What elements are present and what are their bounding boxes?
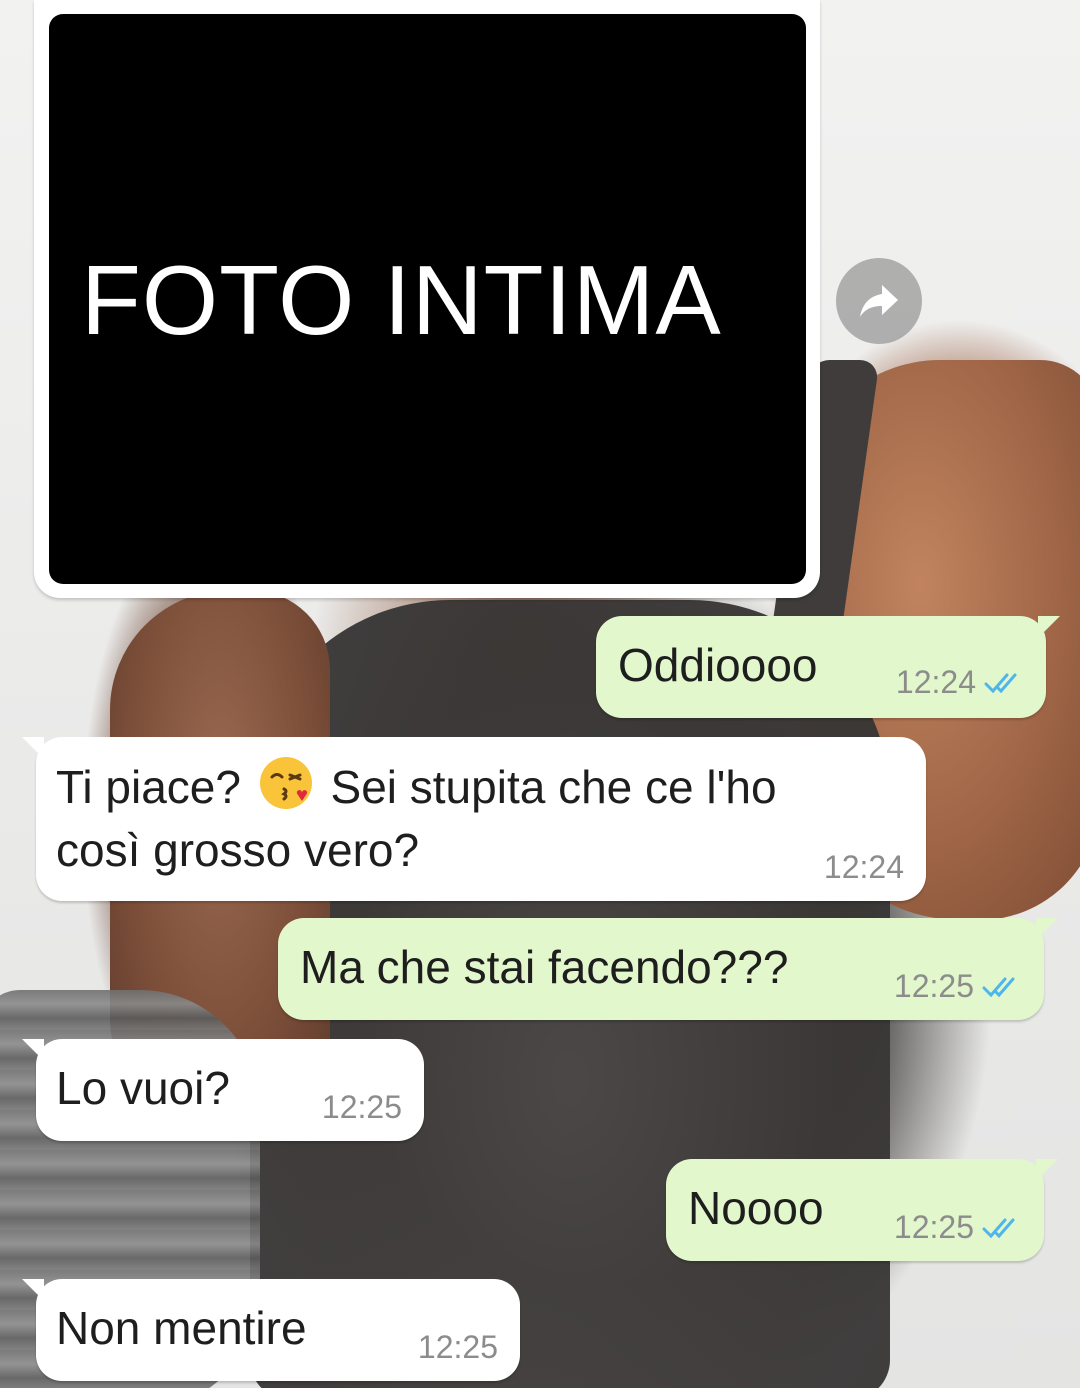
message-time: 12:25 xyxy=(321,1089,402,1125)
message-bubble-outgoing[interactable]: Oddioooo 12:24 xyxy=(596,616,1060,718)
message-meta: 12:24 xyxy=(824,849,904,886)
message-meta: 12:25 xyxy=(322,1089,402,1126)
message-meta: 12:25 xyxy=(894,1209,1022,1246)
message-time: 12:25 xyxy=(893,1209,974,1245)
message-text-part: Ti piace? xyxy=(56,761,241,813)
message-text: Ma che stai facendo??? xyxy=(300,941,789,993)
photo-message[interactable]: FOTO INTIMA xyxy=(34,0,820,598)
message-text-line2: così grosso vero? xyxy=(56,824,420,876)
forward-button[interactable] xyxy=(836,258,922,344)
message-text-part: Sei stupita che ce l'ho xyxy=(330,761,777,813)
message-time: 12:25 xyxy=(893,968,974,1004)
message-bubble-outgoing[interactable]: Noooo 12:25 xyxy=(666,1159,1058,1261)
message-meta: 12:25 xyxy=(418,1329,498,1366)
photo-caption: FOTO INTIMA xyxy=(81,245,722,355)
message-time: 12:24 xyxy=(895,664,976,700)
message-meta: 12:25 xyxy=(894,968,1022,1005)
double-check-icon xyxy=(984,673,1017,693)
message-bubble-incoming[interactable]: Lo vuoi? 12:25 xyxy=(22,1039,424,1141)
message-text: Ti piace? Sei stupita che ce l'ho xyxy=(56,755,777,818)
forward-arrow-icon xyxy=(860,285,898,317)
photo-thumbnail[interactable]: FOTO INTIMA xyxy=(49,14,806,584)
message-meta: 12:24 xyxy=(896,664,1024,701)
message-time: 12:24 xyxy=(823,849,904,885)
message-bubble-incoming[interactable]: Ti piace? Sei stupita che ce l'ho così g… xyxy=(22,737,926,901)
kissing-face-emoji-icon xyxy=(259,757,312,809)
message-text: Oddioooo xyxy=(618,639,818,691)
message-text: Non mentire xyxy=(56,1302,307,1354)
message-bubble-incoming[interactable]: Non mentire 12:25 xyxy=(22,1279,520,1381)
message-text: Noooo xyxy=(688,1182,824,1234)
message-bubble-outgoing[interactable]: Ma che stai facendo??? 12:25 xyxy=(278,918,1058,1020)
message-text: Lo vuoi? xyxy=(56,1062,230,1114)
double-check-icon xyxy=(982,1218,1015,1238)
double-check-icon xyxy=(982,977,1015,997)
message-time: 12:25 xyxy=(417,1329,498,1365)
